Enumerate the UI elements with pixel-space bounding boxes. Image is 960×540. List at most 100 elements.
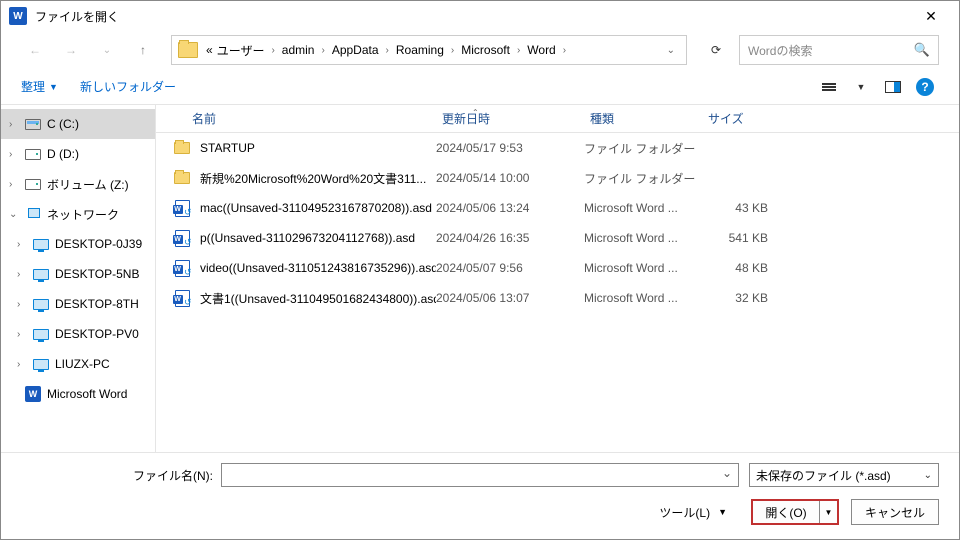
word-icon: W xyxy=(23,386,43,402)
list-view-icon xyxy=(822,83,836,91)
forward-button[interactable]: → xyxy=(57,37,85,63)
search-placeholder: Wordの検索 xyxy=(748,42,914,59)
sidebar-item[interactable]: ›DESKTOP-0J39 xyxy=(1,229,155,259)
chevron-right-icon[interactable]: › xyxy=(17,239,31,250)
sidebar-item[interactable]: › DESKTOP-8TH xyxy=(1,289,155,319)
chevron-right-icon[interactable]: › xyxy=(9,119,23,130)
open-button[interactable]: 開く(O) ▼ xyxy=(751,499,839,525)
folder-icon xyxy=(170,172,194,184)
breadcrumb-part[interactable]: ユーザー xyxy=(215,42,267,59)
drive-icon xyxy=(23,149,43,160)
sidebar-item[interactable]: › ボリューム (Z:) xyxy=(1,169,155,199)
file-row[interactable]: p((Unsaved-311029673204112768)).asd2024/… xyxy=(156,223,959,253)
file-open-dialog: W ファイルを開く ✕ ← → ⌄ ↑ « ユーザー› admin› AppDa… xyxy=(0,0,960,540)
open-label: 開く(O) xyxy=(753,504,819,521)
computer-icon xyxy=(31,329,51,340)
network-icon xyxy=(23,208,43,220)
breadcrumb-part[interactable]: admin xyxy=(280,43,317,57)
file-name: p((Unsaved-311029673204112768)).asd xyxy=(194,231,436,245)
sidebar-item[interactable]: ⌄ ネットワーク xyxy=(1,199,155,229)
file-type: ファイル フォルダー xyxy=(584,170,702,187)
file-row[interactable]: mac((Unsaved-311049523167870208)).asd202… xyxy=(156,193,959,223)
file-row[interactable]: 新規%20Microsoft%20Word%20文書311...2024/05/… xyxy=(156,163,959,193)
sidebar-item-label: ネットワーク xyxy=(47,206,119,223)
filename-row: ファイル名(N): 未保存のファイル (*.asd) ⌄ xyxy=(21,463,939,487)
search-input[interactable]: Wordの検索 🔍 xyxy=(739,35,939,65)
sidebar-item[interactable]: ›C (C:) xyxy=(1,109,155,139)
organize-menu[interactable]: 整理 ▼ xyxy=(21,78,58,95)
chevron-right-icon: › xyxy=(381,45,394,56)
breadcrumb-part[interactable]: Word xyxy=(525,43,557,57)
help-button[interactable]: ? xyxy=(911,75,939,99)
filename-label: ファイル名(N): xyxy=(21,467,221,484)
chevron-right-icon[interactable]: › xyxy=(17,299,31,310)
file-date: 2024/05/06 13:24 xyxy=(436,201,584,215)
file-size: 48 KB xyxy=(702,261,782,275)
dialog-title: ファイルを開く xyxy=(35,8,911,25)
word-recovery-icon xyxy=(170,260,194,277)
file-name: 新規%20Microsoft%20Word%20文書311... xyxy=(194,170,436,187)
chevron-right-icon: › xyxy=(266,45,279,56)
file-row[interactable]: video((Unsaved-311051243816735296)).asd2… xyxy=(156,253,959,283)
help-icon: ? xyxy=(916,78,934,96)
col-size[interactable]: サイズ xyxy=(702,110,782,127)
new-folder-button[interactable]: 新しいフォルダー xyxy=(80,78,176,95)
chevron-right-icon: › xyxy=(512,45,525,56)
open-split-dropdown[interactable]: ▼ xyxy=(819,501,837,523)
file-type-filter[interactable]: 未保存のファイル (*.asd) ⌄ xyxy=(749,463,939,487)
refresh-button[interactable]: ⟳ xyxy=(701,35,731,65)
file-type: Microsoft Word ... xyxy=(584,261,702,275)
organize-label: 整理 xyxy=(21,78,45,95)
breadcrumb-part[interactable]: Microsoft xyxy=(459,43,512,57)
preview-pane-icon xyxy=(885,81,901,93)
sidebar-item-label: ボリューム (Z:) xyxy=(47,176,129,193)
cancel-label: キャンセル xyxy=(865,504,925,521)
word-recovery-icon xyxy=(170,290,194,307)
file-row[interactable]: 文書1((Unsaved-311049501682434800)).asd202… xyxy=(156,283,959,313)
file-type: Microsoft Word ... xyxy=(584,201,702,215)
sidebar-item[interactable]: ›D (D:) xyxy=(1,139,155,169)
chevron-right-icon[interactable]: › xyxy=(17,329,31,340)
folder-icon xyxy=(178,42,198,58)
breadcrumb-part[interactable]: Roaming xyxy=(394,43,446,57)
breadcrumb-part[interactable]: AppData xyxy=(330,43,381,57)
computer-icon xyxy=(31,359,51,370)
file-date: 2024/05/14 10:00 xyxy=(436,171,584,185)
tools-menu[interactable]: ツール(L) ▼ xyxy=(659,504,727,521)
chevron-right-icon[interactable]: › xyxy=(9,179,23,190)
search-icon: 🔍 xyxy=(914,42,930,58)
sidebar-item[interactable]: ›LIUZX-PC xyxy=(1,349,155,379)
sidebar-item[interactable]: › DESKTOP-PV0 xyxy=(1,319,155,349)
col-name[interactable]: 名前 xyxy=(186,110,436,127)
sidebar-item[interactable]: WMicrosoft Word xyxy=(1,379,155,409)
toolbar: 整理 ▼ 新しいフォルダー ▼ ? xyxy=(1,69,959,105)
col-date[interactable]: 更新日時 xyxy=(436,110,584,127)
cancel-button[interactable]: キャンセル xyxy=(851,499,939,525)
filename-input[interactable] xyxy=(221,463,739,487)
view-dropdown[interactable]: ▼ xyxy=(847,75,875,99)
chevron-right-icon[interactable]: › xyxy=(17,359,31,370)
titlebar: W ファイルを開く ✕ xyxy=(1,1,959,31)
col-type[interactable]: 種類 xyxy=(584,110,702,127)
chevron-right-icon: › xyxy=(446,45,459,56)
up-button[interactable]: ↑ xyxy=(129,37,157,63)
file-row[interactable]: STARTUP2024/05/17 9:53ファイル フォルダー xyxy=(156,133,959,163)
back-button[interactable]: ← xyxy=(21,37,49,63)
chevron-down-icon[interactable]: ⌄ xyxy=(662,45,680,56)
chevron-down-icon[interactable]: ⌄ xyxy=(9,209,23,220)
view-mode-button[interactable] xyxy=(815,75,843,99)
sidebar-item-label: DESKTOP-PV0 xyxy=(55,327,139,341)
recent-dropdown[interactable]: ⌄ xyxy=(93,37,121,63)
new-folder-label: 新しいフォルダー xyxy=(80,78,176,95)
chevron-right-icon[interactable]: › xyxy=(9,149,23,160)
close-button[interactable]: ✕ xyxy=(911,8,951,25)
chevron-right-icon: › xyxy=(316,45,329,56)
chevron-right-icon[interactable]: › xyxy=(17,269,31,280)
breadcrumb[interactable]: « ユーザー› admin› AppData› Roaming› Microso… xyxy=(171,35,687,65)
sidebar-item-label: DESKTOP-8TH xyxy=(55,297,139,311)
chevron-down-icon: ▼ xyxy=(49,82,58,92)
computer-icon xyxy=(31,239,51,250)
preview-pane-button[interactable] xyxy=(879,75,907,99)
sidebar-item[interactable]: ›DESKTOP-5NB xyxy=(1,259,155,289)
main-area: ›C (C:)›D (D:)›ボリューム (Z:)⌄ネットワーク›DESKTOP… xyxy=(1,105,959,452)
